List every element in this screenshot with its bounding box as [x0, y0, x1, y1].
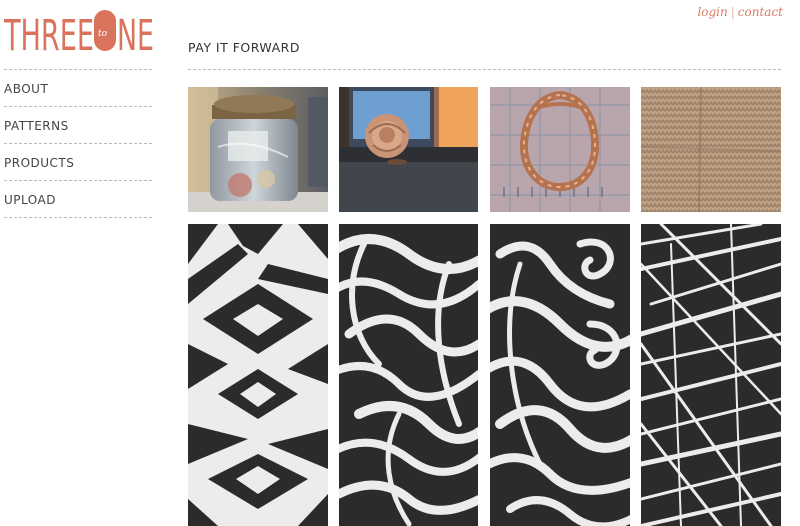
nav-item-about[interactable]: ABOUT [4, 69, 152, 106]
nav-item-products[interactable]: PRODUCTS [4, 143, 152, 180]
nav-item-upload[interactable]: UPLOAD [4, 180, 152, 217]
site-logo[interactable]: THREE to NE [4, 6, 156, 54]
logo-connector: to [98, 29, 108, 39]
hoop-earring-photo-thumbnail[interactable] [490, 87, 630, 212]
title-divider [188, 69, 781, 70]
swirl-block-print-thumbnail[interactable] [490, 224, 630, 526]
top-links: login | contact [697, 5, 783, 19]
zigzag-block-print-thumbnail[interactable] [188, 224, 328, 526]
knit-texture-photo-thumbnail[interactable] [641, 87, 781, 212]
login-link[interactable]: login [697, 5, 727, 19]
top-links-separator: | [730, 5, 735, 19]
wave-block-print-thumbnail[interactable] [339, 224, 478, 526]
logo-word-three: THREE [4, 11, 94, 54]
nav-item-patterns[interactable]: PATTERNS [4, 106, 152, 143]
crosshatch-block-print-thumbnail[interactable] [641, 224, 781, 526]
logo-word-ne: NE [117, 11, 154, 54]
page-title: PAY IT FORWARD [188, 40, 300, 55]
jar-photo-thumbnail[interactable] [188, 87, 328, 212]
contact-link[interactable]: contact [738, 5, 783, 19]
sidebar-nav: ABOUT PATTERNS PRODUCTS UPLOAD [4, 69, 152, 218]
rose-photo-thumbnail[interactable] [339, 87, 478, 212]
